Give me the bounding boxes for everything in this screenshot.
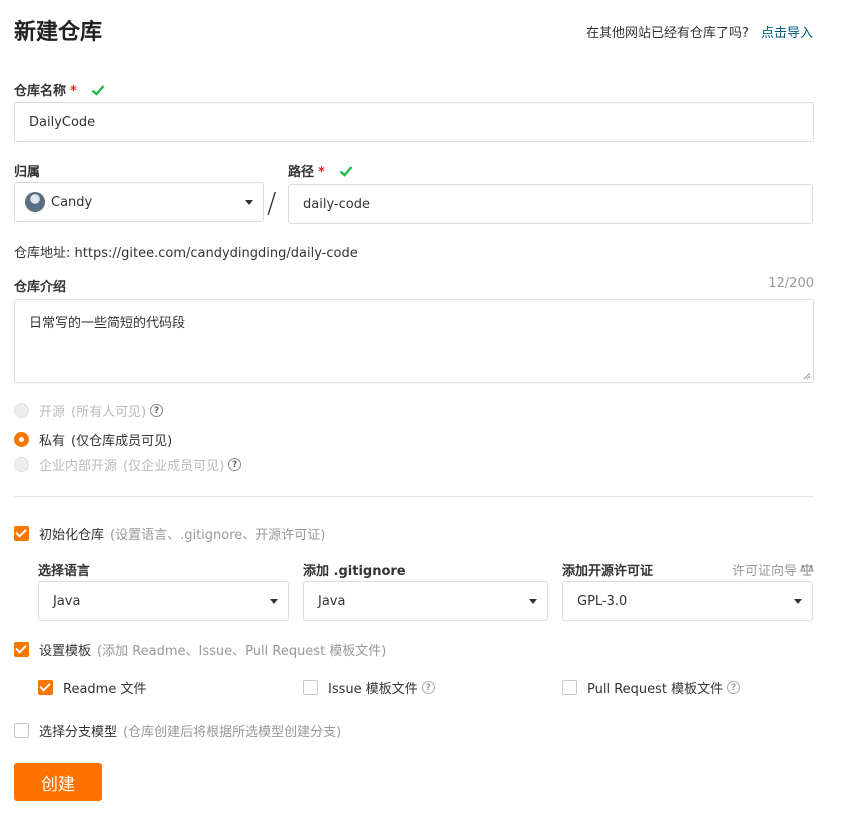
branch-model-hint: (仓库创建后将根据所选模型创建分支) <box>123 725 342 740</box>
caret-down-icon <box>794 599 802 604</box>
template-item-issue[interactable]: Issue 模板文件 ? <box>303 678 435 697</box>
visibility-label: 开源 <box>39 405 66 420</box>
owner-value: Candy <box>51 194 93 210</box>
description-value: 日常写的一些简短的代码段 <box>29 316 186 331</box>
create-button[interactable]: 创建 <box>14 763 102 801</box>
required-mark: * <box>70 84 77 99</box>
readme-checkbox[interactable] <box>38 680 53 695</box>
question-circle-icon[interactable]: ? <box>228 458 242 471</box>
checkmark-icon <box>92 85 105 96</box>
gitignore-value: Java <box>318 593 346 609</box>
gitignore-label: 添加 .gitignore <box>303 564 406 579</box>
repo-url: 仓库地址: https://gitee.com/candydingding/da… <box>14 242 358 261</box>
license-label: 添加开源许可证 <box>562 564 654 579</box>
license-select[interactable]: GPL-3.0 <box>562 581 813 621</box>
template-checkbox-row[interactable]: 设置模板 (添加 Readme、Issue、Pull Request 模板文件) <box>14 640 386 659</box>
license-wizard-text: 许可证向导 <box>731 564 797 579</box>
repo-name-label-text: 仓库名称 <box>14 84 67 99</box>
license-wizard-link[interactable]: 许可证向导 <box>732 560 814 579</box>
template-item-label: Pull Request 模板文件 <box>587 682 724 697</box>
checkmark-icon <box>340 166 353 177</box>
template-item-pull-request[interactable]: Pull Request 模板文件 ? <box>562 678 741 697</box>
branch-model-label: 选择分支模型 <box>39 725 118 740</box>
template-label: 设置模板 <box>39 644 92 659</box>
branch-model-checkbox[interactable] <box>14 723 29 738</box>
caret-down-icon <box>529 599 537 604</box>
template-hint: (添加 Readme、Issue、Pull Request 模板文件) <box>97 644 387 659</box>
init-repo-checkbox[interactable] <box>14 526 29 541</box>
init-repo-hint: (设置语言、.gitignore、开源许可证) <box>110 528 326 543</box>
visibility-option-enterprise[interactable]: 企业内部开源 (仅企业成员可见) ? <box>14 455 242 474</box>
required-mark: * <box>318 165 325 180</box>
question-circle-icon[interactable]: ? <box>150 404 164 417</box>
language-value: Java <box>53 593 81 609</box>
description-counter: 12/200 <box>768 276 814 291</box>
repo-url-label: 仓库地址: <box>14 246 71 261</box>
question-circle-icon[interactable]: ? <box>421 681 435 694</box>
repo-name-label: 仓库名称 * <box>14 80 105 99</box>
repo-url-value: https://gitee.com/candydingding/daily-co… <box>74 246 358 261</box>
gitignore-select[interactable]: Java <box>303 581 548 621</box>
radio-enterprise[interactable] <box>14 457 29 472</box>
language-label: 选择语言 <box>38 564 91 579</box>
init-repo-label: 初始化仓库 <box>39 528 105 543</box>
branch-model-checkbox-row[interactable]: 选择分支模型 (仓库创建后将根据所选模型创建分支) <box>14 721 341 740</box>
repo-name-value: DailyCode <box>29 114 96 130</box>
radio-private[interactable] <box>14 432 29 447</box>
resize-handle-icon[interactable] <box>803 372 811 380</box>
path-label-text: 路径 <box>288 165 315 180</box>
owner-label: 归属 <box>14 165 41 180</box>
template-item-label: Readme 文件 <box>63 682 147 697</box>
description-textarea[interactable]: 日常写的一些简短的代码段 <box>14 299 814 383</box>
visibility-label: 企业内部开源 <box>39 459 118 474</box>
page-title: 新建仓库 <box>14 20 103 45</box>
balance-scale-icon <box>800 564 814 576</box>
path-separator: / <box>267 186 277 219</box>
pull-request-checkbox[interactable] <box>562 680 577 695</box>
license-value: GPL-3.0 <box>577 593 628 609</box>
visibility-option-private[interactable]: 私有 (仅仓库成员可见) <box>14 430 172 449</box>
visibility-label: 私有 <box>39 434 66 449</box>
template-item-readme[interactable]: Readme 文件 <box>38 678 146 697</box>
description-label: 仓库介绍 <box>14 280 67 295</box>
visibility-hint: (所有人可见) <box>71 405 147 420</box>
caret-down-icon <box>270 599 278 604</box>
language-select[interactable]: Java <box>38 581 289 621</box>
question-circle-icon[interactable]: ? <box>727 681 741 694</box>
visibility-option-public[interactable]: 开源 (所有人可见) ? <box>14 401 164 420</box>
repo-name-input[interactable]: DailyCode <box>14 102 814 142</box>
divider <box>14 496 814 497</box>
caret-down-icon <box>245 200 253 205</box>
import-link[interactable]: 点击导入 <box>761 26 813 41</box>
template-item-label: Issue 模板文件 <box>328 682 418 697</box>
issue-checkbox[interactable] <box>303 680 318 695</box>
template-checkbox[interactable] <box>14 642 29 657</box>
owner-select[interactable]: Candy <box>14 182 264 222</box>
visibility-hint: (仅企业成员可见) <box>123 459 225 474</box>
radio-public[interactable] <box>14 403 29 418</box>
import-prompt-text: 在其他网站已经有仓库了吗? <box>585 26 749 41</box>
visibility-hint: (仅仓库成员可见) <box>71 434 173 449</box>
path-input[interactable]: daily-code <box>288 184 813 224</box>
import-prompt: 在其他网站已经有仓库了吗? 点击导入 <box>586 22 813 41</box>
avatar <box>25 192 45 212</box>
path-value: daily-code <box>303 196 370 212</box>
path-label: 路径 * <box>288 161 353 180</box>
init-repo-checkbox-row[interactable]: 初始化仓库 (设置语言、.gitignore、开源许可证) <box>14 524 325 543</box>
